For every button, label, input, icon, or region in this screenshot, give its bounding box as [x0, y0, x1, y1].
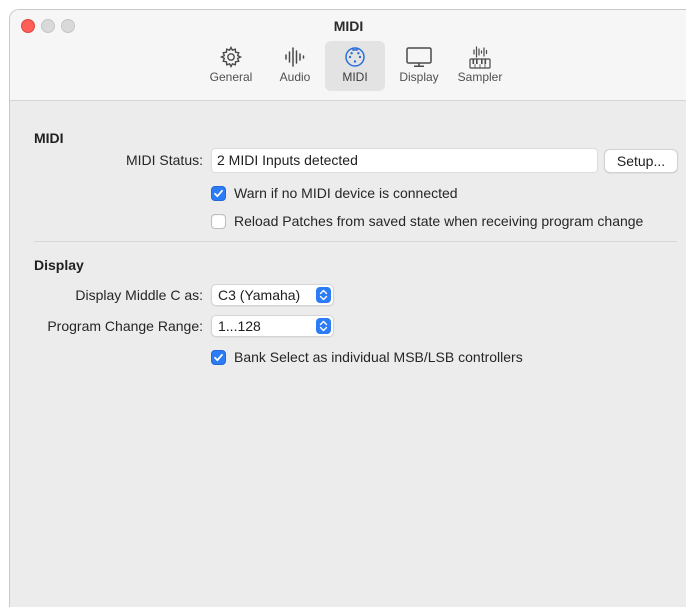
- gear-icon: [219, 45, 243, 69]
- midi-status-label: MIDI Status:: [125, 152, 203, 168]
- tab-label: Sampler: [457, 70, 503, 84]
- tab-midi[interactable]: MIDI: [325, 41, 385, 91]
- sampler-keyboard-icon: [469, 46, 491, 69]
- window-title: MIDI: [333, 18, 364, 34]
- checkmark-icon: [214, 189, 223, 198]
- midi-connector-icon: [345, 47, 365, 67]
- waveform-icon: [285, 47, 305, 67]
- midi-status-field: 2 MIDI Inputs detected: [211, 148, 598, 173]
- bank-select-label: Bank Select as individual MSB/LSB contro…: [234, 349, 523, 365]
- program-change-value: 1...128: [218, 318, 261, 334]
- warn-no-midi-label: Warn if no MIDI device is connected: [234, 185, 458, 201]
- program-change-label: Program Change Range:: [47, 318, 203, 334]
- chevron-up-down-icon: [319, 320, 328, 332]
- tab-display[interactable]: Display: [394, 41, 444, 91]
- tab-label: General: [209, 70, 253, 84]
- display-section-title: Display: [34, 257, 84, 273]
- reload-patches-label: Reload Patches from saved state when rec…: [234, 213, 644, 229]
- tab-audio[interactable]: Audio: [272, 41, 318, 91]
- preferences-window: MIDI General Audio MIDI Display Sampler …: [9, 9, 686, 607]
- checkmark-icon: [214, 353, 223, 362]
- middle-c-label: Display Middle C as:: [75, 287, 203, 303]
- tab-label: Display: [399, 70, 439, 84]
- toolbar: MIDI General Audio MIDI Display Sampler: [10, 10, 686, 101]
- tab-label: MIDI: [342, 70, 368, 84]
- program-change-popup[interactable]: 1...128: [211, 315, 334, 337]
- popup-arrows-icon: [316, 318, 331, 334]
- middle-c-value: C3 (Yamaha): [218, 287, 301, 303]
- popup-arrows-icon: [316, 287, 331, 303]
- tab-sampler[interactable]: Sampler: [452, 41, 508, 91]
- display-icon: [406, 47, 432, 67]
- midi-section-title: MIDI: [34, 130, 64, 146]
- section-divider: [34, 241, 677, 242]
- bank-select-checkbox[interactable]: [211, 350, 226, 365]
- chevron-up-down-icon: [319, 289, 328, 301]
- tab-label: Audio: [279, 70, 311, 84]
- middle-c-popup[interactable]: C3 (Yamaha): [211, 284, 334, 306]
- warn-no-midi-checkbox[interactable]: [211, 186, 226, 201]
- setup-button[interactable]: Setup...: [604, 149, 678, 173]
- tab-general[interactable]: General: [200, 41, 262, 91]
- reload-patches-checkbox[interactable]: [211, 214, 226, 229]
